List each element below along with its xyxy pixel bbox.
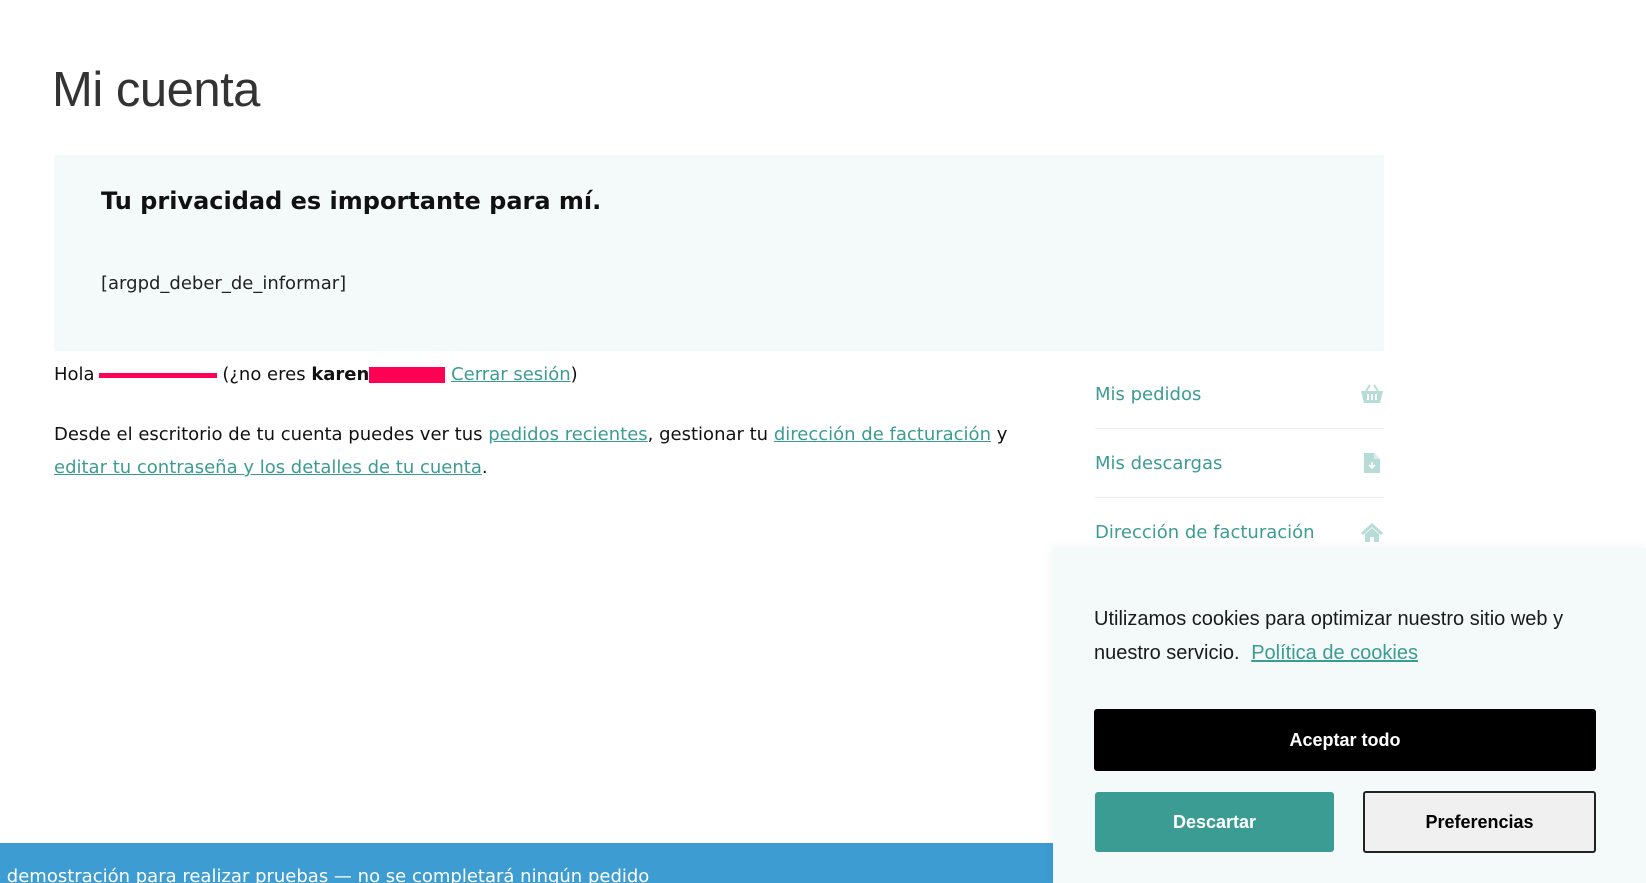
store-notice-text: e demostración para realizar pruebas — n… (0, 866, 650, 883)
nav-item-label[interactable]: Mis descargas (1095, 453, 1222, 474)
nav-item-label[interactable]: Dirección de facturación (1095, 522, 1315, 543)
account-navigation: Mis pedidos Mis descargas Dirección de f… (1095, 360, 1384, 567)
cookie-consent-banner: Utilizamos cookies para optimizar nuestr… (1053, 548, 1646, 883)
file-download-icon (1360, 451, 1384, 475)
dashboard-text-4: . (481, 457, 488, 478)
redacted-username (98, 372, 217, 378)
edit-account-link[interactable]: editar tu contraseña y los detalles de t… (54, 457, 482, 478)
greeting-hello: Hola (54, 364, 95, 385)
redacted-username-2 (369, 367, 446, 383)
cookie-message: Utilizamos cookies para optimizar nuestr… (1094, 602, 1594, 670)
nav-item-orders[interactable]: Mis pedidos (1095, 360, 1384, 429)
page-title: Mi cuenta (52, 63, 260, 117)
greeting-not-you: (¿no eres (222, 364, 306, 385)
privacy-heading: Tu privacidad es importante para mí. (101, 187, 602, 215)
privacy-shortcode: [argpd_deber_de_informar] (101, 273, 347, 294)
store-demo-notice: e demostración para realizar pruebas — n… (0, 843, 1060, 883)
nav-item-downloads[interactable]: Mis descargas (1095, 429, 1384, 498)
recent-orders-link[interactable]: pedidos recientes (488, 424, 647, 445)
greeting-close-paren: ) (570, 364, 578, 385)
dashboard-text-1: Desde el escritorio de tu cuenta puedes … (54, 424, 483, 445)
dismiss-button[interactable]: Descartar (1095, 792, 1334, 852)
billing-address-link[interactable]: dirección de facturación (774, 424, 991, 445)
nav-item-label[interactable]: Mis pedidos (1095, 384, 1201, 405)
dashboard-description: Desde el escritorio de tu cuenta puedes … (54, 418, 1014, 484)
basket-icon (1360, 382, 1384, 406)
greeting-username: karen (311, 364, 370, 385)
home-icon (1360, 520, 1384, 544)
greeting: Hola (¿no eres karen Cerrar sesión) (54, 364, 578, 385)
dashboard-text-2: , gestionar tu (647, 424, 769, 445)
privacy-notice-box: Tu privacidad es importante para mí. [ar… (54, 155, 1384, 351)
accept-all-button[interactable]: Aceptar todo (1094, 709, 1596, 771)
logout-link[interactable]: Cerrar sesión (451, 364, 571, 385)
dashboard-text-3: y (996, 424, 1008, 445)
preferences-button[interactable]: Preferencias (1363, 791, 1596, 853)
cookie-policy-link[interactable]: Política de cookies (1251, 642, 1418, 664)
